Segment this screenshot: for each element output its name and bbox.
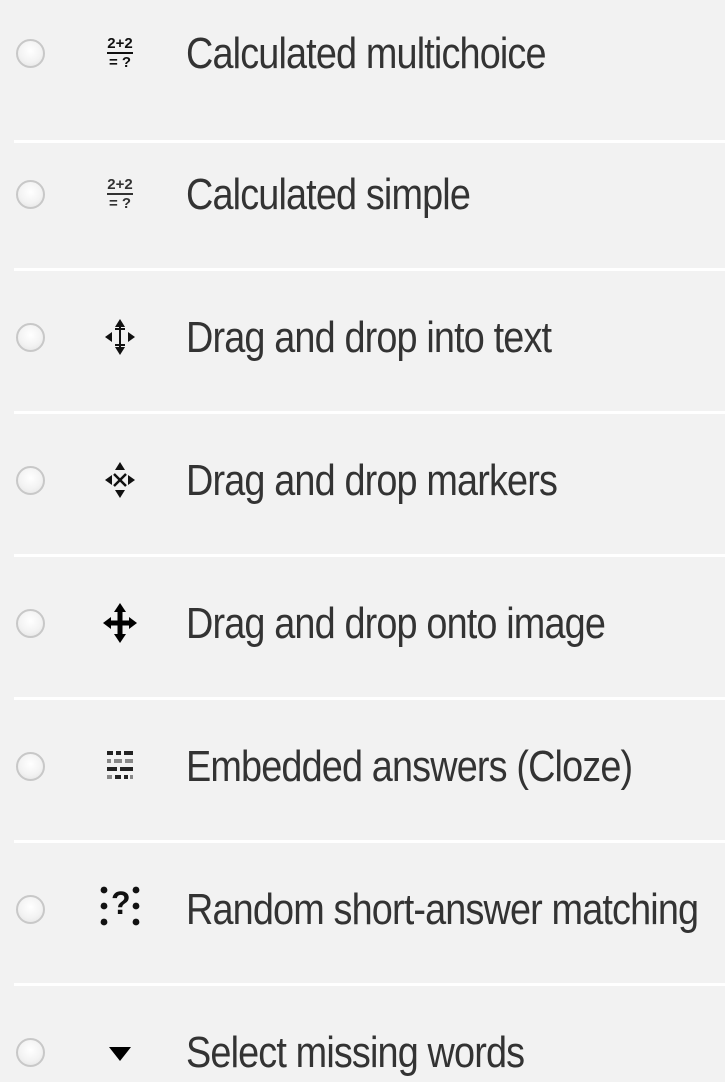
random-short-answer-icon: ? bbox=[97, 883, 143, 929]
option-label: Select missing words bbox=[186, 1028, 525, 1077]
radio-button[interactable] bbox=[16, 1038, 45, 1067]
radio-button[interactable] bbox=[16, 752, 45, 781]
drag-drop-markers-icon bbox=[97, 457, 143, 503]
radio-button[interactable] bbox=[16, 323, 45, 352]
radio-button[interactable] bbox=[16, 180, 45, 209]
icon-text-top: 2+2 bbox=[107, 176, 133, 195]
option-calculated-multichoice[interactable]: 2+2 = ? Calculated multichoice bbox=[0, 0, 725, 143]
option-random-short-answer-matching[interactable]: ? Random short-answer matching bbox=[0, 843, 725, 986]
icon-text-top: 2+2 bbox=[107, 35, 133, 54]
option-drag-drop-text[interactable]: Drag and drop into text bbox=[0, 271, 725, 414]
option-label: Random short-answer matching bbox=[186, 885, 699, 934]
drag-drop-text-icon bbox=[97, 314, 143, 360]
option-label: Drag and drop markers bbox=[186, 456, 558, 505]
option-embedded-answers-cloze[interactable]: Embedded answers (Cloze) bbox=[0, 700, 725, 843]
cloze-icon bbox=[97, 743, 143, 789]
option-select-missing-words[interactable]: Select missing words bbox=[0, 986, 725, 1082]
option-label: Drag and drop into text bbox=[186, 313, 552, 362]
option-drag-drop-image[interactable]: Drag and drop onto image bbox=[0, 557, 725, 700]
select-missing-words-icon bbox=[97, 1030, 143, 1076]
question-type-list: 2+2 = ? Calculated multichoice 2+2 = ? C… bbox=[0, 0, 725, 1082]
option-drag-drop-markers[interactable]: Drag and drop markers bbox=[0, 414, 725, 557]
calculated-simple-icon: 2+2 = ? bbox=[97, 171, 143, 217]
radio-button[interactable] bbox=[16, 895, 45, 924]
option-label: Calculated simple bbox=[186, 170, 471, 219]
move-markers-icon bbox=[105, 462, 135, 498]
icon-text-bottom: = ? bbox=[108, 195, 132, 212]
move-arrows-icon bbox=[105, 319, 135, 355]
radio-button[interactable] bbox=[16, 39, 45, 68]
icon-question-mark: ? bbox=[111, 885, 131, 921]
option-label: Drag and drop onto image bbox=[186, 599, 606, 648]
option-label: Calculated multichoice bbox=[186, 29, 547, 78]
option-calculated-simple[interactable]: 2+2 = ? Calculated simple bbox=[0, 128, 725, 271]
drag-drop-image-icon bbox=[97, 600, 143, 646]
icon-text-bottom: = ? bbox=[108, 54, 132, 71]
radio-button[interactable] bbox=[16, 466, 45, 495]
cloze-blocks-icon bbox=[107, 751, 133, 779]
caret-down-icon bbox=[109, 1047, 131, 1061]
radio-button[interactable] bbox=[16, 609, 45, 638]
move-cross-icon bbox=[103, 603, 137, 643]
option-label: Embedded answers (Cloze) bbox=[186, 742, 633, 791]
calculated-multichoice-icon: 2+2 = ? bbox=[97, 30, 143, 76]
